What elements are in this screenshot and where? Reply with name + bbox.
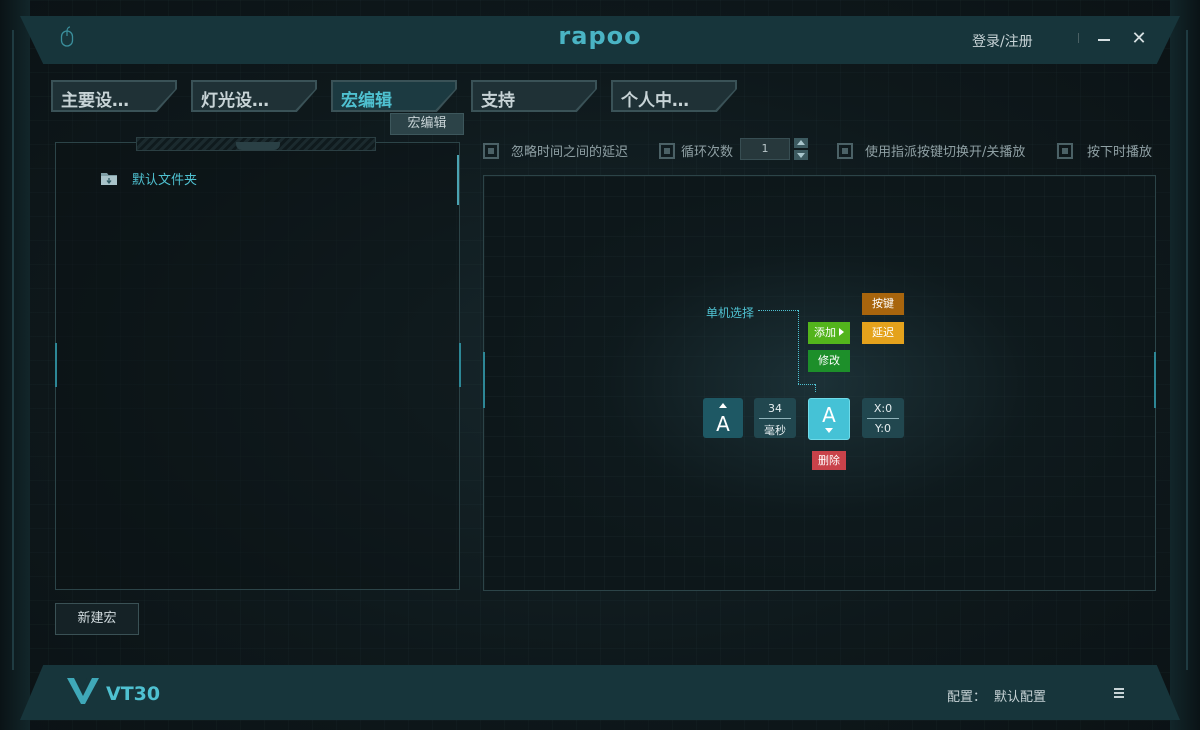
frame-left-border (0, 0, 30, 730)
add-delay-button[interactable]: 延迟 (862, 322, 904, 344)
loop-count-label: 循环次数 (681, 145, 734, 160)
folder-label: 默认文件夹 (132, 173, 198, 188)
tab-label: 个人中… (621, 91, 689, 111)
tab-tooltip: 宏编辑 (390, 113, 464, 135)
panel-edge-accent (459, 343, 461, 387)
panel-edge-accent (483, 352, 485, 408)
config-label: 配置： (947, 690, 987, 705)
login-register-link[interactable]: 登录/注册 (972, 31, 1033, 51)
folder-icon (101, 173, 117, 185)
tab-macro-editor[interactable]: 宏编辑 (331, 80, 457, 112)
brand-logo: rapoo (558, 22, 642, 50)
close-icon[interactable]: ✕ (1128, 28, 1150, 50)
node-divider (759, 418, 791, 419)
loop-count-decrement[interactable] (794, 150, 808, 160)
connector-line (798, 384, 815, 385)
delay-unit: 毫秒 (764, 424, 786, 437)
add-key-button[interactable]: 按键 (862, 293, 904, 315)
delay-node[interactable]: 34 毫秒 (754, 398, 796, 438)
loop-count-input[interactable]: 1 (740, 138, 790, 160)
macro-list-panel: 默认文件夹 (55, 137, 461, 590)
frame-right-border (1170, 0, 1200, 730)
connector-line (758, 310, 798, 311)
position-y: Y:0 (875, 422, 891, 435)
hold-play-checkbox[interactable] (1057, 142, 1073, 159)
tab-support[interactable]: 支持 (471, 80, 597, 112)
node-divider (867, 418, 899, 419)
minimize-icon[interactable] (1094, 28, 1114, 50)
modify-button[interactable]: 修改 (808, 350, 850, 372)
add-label: 添加 (814, 326, 836, 339)
key-letter: A (716, 412, 730, 436)
config-selector[interactable]: 默认配置 (994, 686, 1046, 705)
connector-line (815, 384, 816, 392)
single-select-label: 单机选择 (706, 306, 755, 320)
hold-play-label: 按下时播放 (1087, 145, 1153, 160)
key-letter: A (822, 403, 836, 427)
panel-notch-decoration (236, 142, 280, 150)
ignore-delay-checkbox[interactable] (483, 142, 499, 159)
title-separator (1078, 33, 1079, 43)
macro-editor-canvas[interactable] (483, 175, 1156, 591)
tab-label: 主要设… (61, 91, 129, 111)
macro-list-scrollbar[interactable] (457, 155, 459, 205)
vt-logo-icon (67, 678, 99, 704)
tab-label: 支持 (481, 91, 515, 111)
mouse-icon (60, 26, 74, 47)
device-model: VT30 (106, 683, 161, 705)
panel-edge-accent (55, 343, 57, 387)
hold-play-option[interactable]: 按下时播放 (1057, 141, 1152, 160)
loop-count-option[interactable]: 循环次数 (659, 141, 733, 160)
tab-lighting-settings[interactable]: 灯光设… (191, 80, 317, 112)
ignore-delay-label: 忽略时间之间的延迟 (511, 145, 629, 160)
tab-label: 灯光设… (201, 91, 269, 111)
toggle-key-label: 使用指派按键切换开/关播放 (865, 145, 1026, 160)
macro-folder-item[interactable]: 默认文件夹 (100, 169, 197, 188)
menu-icon[interactable] (1113, 686, 1127, 700)
tab-label: 宏编辑 (341, 91, 392, 111)
tab-personal-center[interactable]: 个人中… (611, 80, 737, 112)
key-up-node[interactable]: A (808, 398, 850, 440)
toggle-key-option[interactable]: 使用指派按键切换开/关播放 (837, 141, 1025, 160)
connector-line (798, 310, 799, 384)
ignore-delay-option[interactable]: 忽略时间之间的延迟 (483, 141, 628, 160)
loop-count-checkbox[interactable] (659, 142, 675, 159)
key-up-arrow-icon (825, 428, 833, 433)
position-node[interactable]: X:0 Y:0 (862, 398, 904, 438)
new-macro-button[interactable]: 新建宏 (55, 603, 139, 635)
position-x: X:0 (873, 402, 893, 415)
tab-main-settings[interactable]: 主要设… (51, 80, 177, 112)
delete-button[interactable]: 删除 (812, 451, 846, 470)
delay-value: 34 (768, 402, 782, 415)
add-button[interactable]: 添加 (808, 322, 850, 344)
loop-count-increment[interactable] (794, 138, 808, 148)
panel-edge-accent (1154, 352, 1156, 408)
toggle-key-checkbox[interactable] (837, 142, 853, 159)
app-window: rapoo 登录/注册 ✕ 主要设… 灯光设… 宏编辑 支持 个人中… 宏编辑 … (0, 0, 1200, 730)
key-down-node[interactable]: A (703, 398, 743, 438)
key-down-arrow-icon (719, 403, 727, 408)
